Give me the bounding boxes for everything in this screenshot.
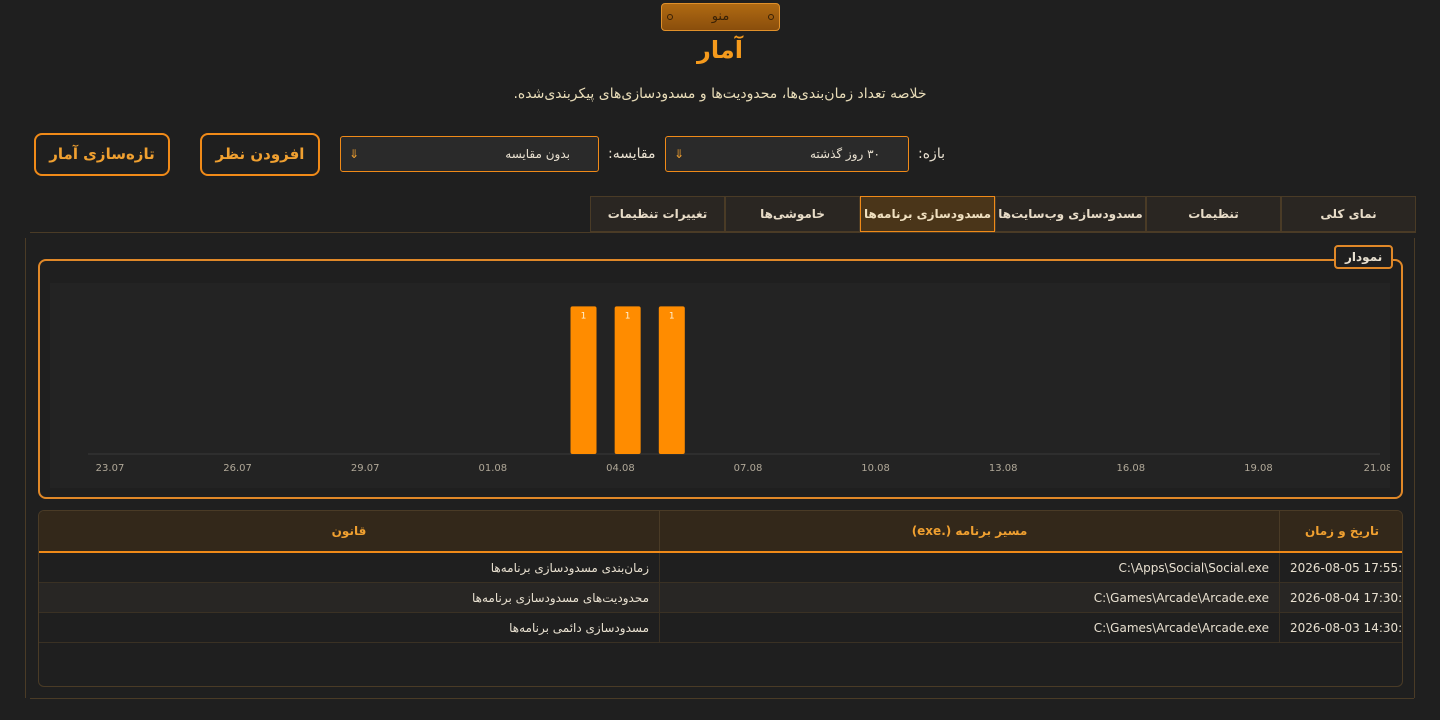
range-select-value: ۳۰ روز گذشته: [809, 147, 880, 161]
column-header-rule[interactable]: قانون: [39, 511, 659, 551]
cell-path: C:\Games\Arcade\Arcade.exe: [659, 613, 1279, 643]
tab-shutdowns[interactable]: خاموشی‌ها: [725, 196, 860, 232]
table-header: تاریخ و زمان مسیر برنامه (.exe) قانون: [39, 511, 1402, 553]
page-subtitle: خلاصه تعداد زمان‌بندی‌ها، محدودیت‌ها و م…: [513, 86, 927, 102]
x-tick-label: 13.08: [989, 463, 1018, 474]
x-tick-label: 01.08: [478, 463, 507, 474]
cell-datetime: 2026-08-03 14:30:00: [1279, 613, 1402, 643]
chart-area: 1 1 1 23.07 26.07 29.07 01.08 04.08 07.08 10.08 13…: [50, 283, 1390, 488]
tab-settings[interactable]: تنظیمات: [1146, 196, 1281, 232]
table-row[interactable]: 2026-08-05 17:55:00C:\Apps\Social\Social…: [39, 553, 1402, 583]
cell-datetime: 2026-08-04 17:30:00: [1279, 583, 1402, 613]
x-tick-label: 29.07: [351, 463, 380, 474]
chart-group-title: نمودار: [1334, 245, 1394, 269]
cell-datetime: 2026-08-05 17:55:00: [1279, 553, 1402, 583]
x-tick-label: 21.08: [1364, 463, 1390, 474]
cell-path: C:\Games\Arcade\Arcade.exe: [659, 583, 1279, 613]
compare-select-value: بدون مقایسه: [505, 147, 570, 161]
panel-border: [25, 238, 26, 698]
x-tick-label: 07.08: [734, 463, 763, 474]
bar-chart: 1 1 1 23.07 26.07 29.07 01.08 04.08 07.08 10.08 13…: [88, 306, 1390, 474]
page-title: آمار: [697, 36, 743, 64]
chart-bar[interactable]: [614, 306, 641, 454]
menu-label: منو: [711, 9, 730, 24]
compare-select[interactable]: بدون مقایسه ⇓: [340, 136, 599, 172]
table-row[interactable]: 2026-08-04 17:30:00C:\Games\Arcade\Arcad…: [39, 583, 1402, 613]
tab-website-blocking[interactable]: مسدودسازی وب‌سایت‌ها: [995, 196, 1146, 232]
bar-value-label: 1: [669, 311, 675, 321]
x-tick-label: 10.08: [861, 463, 890, 474]
x-tick-label: 26.07: [223, 463, 252, 474]
range-label: بازه:: [918, 146, 945, 162]
range-select[interactable]: ۳۰ روز گذشته ⇓: [665, 136, 909, 172]
chart-bar[interactable]: [570, 306, 597, 454]
tab-app-blocking[interactable]: مسدودسازی برنامه‌ها: [860, 196, 995, 232]
bar-value-label: 1: [625, 311, 631, 321]
rivet-icon: [768, 14, 774, 20]
cell-path: C:\Apps\Social\Social.exe: [659, 553, 1279, 583]
x-tick-label: 16.08: [1116, 463, 1145, 474]
x-tick-label: 23.07: [96, 463, 125, 474]
dropdown-arrow-icon: ⇓: [349, 147, 360, 161]
refresh-stats-button[interactable]: تازه‌سازی آمار: [34, 133, 170, 176]
x-tick-label: 19.08: [1244, 463, 1273, 474]
menu-button[interactable]: منو: [661, 3, 780, 31]
bar-value-label: 1: [581, 311, 587, 321]
panel-border: [30, 698, 1414, 699]
x-tick-label: 04.08: [606, 463, 635, 474]
column-header-path[interactable]: مسیر برنامه (.exe): [659, 511, 1279, 551]
dropdown-arrow-icon: ⇓: [674, 147, 685, 161]
chart-bar[interactable]: [658, 306, 685, 454]
tab-settings-changes[interactable]: تغییرات تنظیمات: [590, 196, 725, 232]
table-row[interactable]: 2026-08-03 14:30:00C:\Games\Arcade\Arcad…: [39, 613, 1402, 643]
cell-rule: زمان‌بندی مسدودسازی برنامه‌ها: [490, 561, 649, 575]
tab-bar: نمای کلی تنظیمات مسدودسازی وب‌سایت‌ها مس…: [590, 196, 1416, 232]
column-header-datetime[interactable]: تاریخ و زمان: [1279, 511, 1402, 551]
compare-label: مقایسه:: [608, 146, 656, 162]
cell-rule: محدودیت‌های مسدودسازی برنامه‌ها: [471, 591, 649, 605]
tab-overview[interactable]: نمای کلی: [1281, 196, 1416, 232]
panel-border: [30, 232, 1416, 233]
add-feedback-button[interactable]: افزودن نظر: [200, 133, 320, 176]
panel-border: [1414, 238, 1415, 698]
cell-rule: مسدودسازی دائمی برنامه‌ها: [509, 621, 649, 635]
rivet-icon: [667, 14, 673, 20]
blocked-apps-table: تاریخ و زمان مسیر برنامه (.exe) قانون 20…: [38, 510, 1403, 687]
